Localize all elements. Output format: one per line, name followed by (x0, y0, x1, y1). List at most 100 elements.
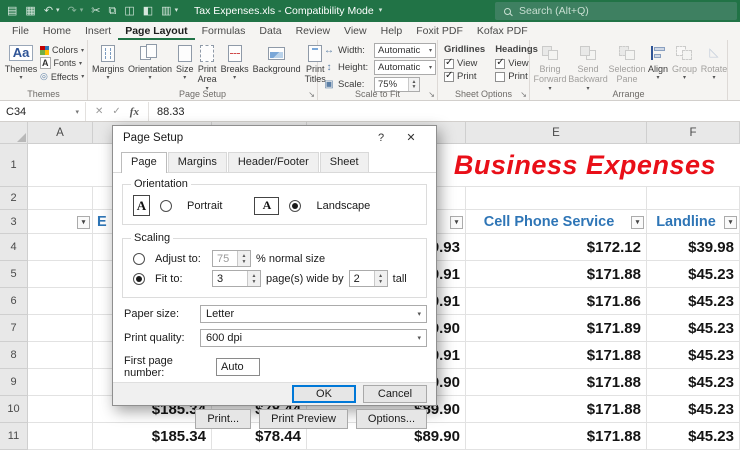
dialog-tab-header-footer[interactable]: Header/Footer (228, 152, 319, 172)
sheet-options-dialog-launcher-icon[interactable]: ↘ (520, 90, 527, 99)
margins-button[interactable]: Margins▾ (90, 42, 126, 83)
tab-foxit-pdf[interactable]: Foxit PDF (409, 22, 470, 40)
cell[interactable]: $45.23 (647, 315, 740, 342)
fonts-button[interactable]: A Fonts▾ (40, 57, 84, 69)
qat-more-icon[interactable]: ▾ (175, 0, 179, 22)
portrait-radio[interactable] (160, 200, 172, 212)
cell[interactable]: $45.23 (647, 261, 740, 288)
width-dropdown[interactable]: Automatic▾ (374, 43, 436, 58)
print-button[interactable]: Print... (195, 409, 251, 429)
tab-home[interactable]: Home (36, 22, 78, 40)
tab-help[interactable]: Help (374, 22, 410, 40)
print-area-button[interactable]: Print Area▾ (196, 42, 219, 94)
dialog-tab-page[interactable]: Page (121, 152, 167, 173)
paper-size-dropdown[interactable]: Letter▾ (200, 305, 427, 323)
group-button[interactable]: Group▾ (670, 42, 699, 83)
colors-button[interactable]: Colors▾ (40, 45, 84, 55)
cell[interactable]: $39.98 (647, 234, 740, 261)
landscape-radio[interactable] (289, 200, 301, 212)
bring-forward-button[interactable]: Bring Forward▾ (532, 42, 568, 94)
row-header-8[interactable]: 8 (0, 342, 28, 369)
scale-to-fit-dialog-launcher-icon[interactable]: ↘ (428, 90, 435, 99)
tab-kofax-pdf[interactable]: Kofax PDF (470, 22, 535, 40)
compatibility-chevron-icon[interactable]: ▾ (379, 0, 383, 22)
select-all-corner[interactable] (0, 122, 28, 144)
row-header-7[interactable]: 7 (0, 315, 28, 342)
effects-button[interactable]: ◎ Effects▾ (40, 71, 84, 82)
redo-dropdown-icon[interactable]: ▾ (80, 0, 84, 22)
pages-wide-spinner[interactable]: 3▲▼ (212, 270, 261, 287)
dialog-close-icon[interactable]: ✕ (396, 131, 426, 144)
save-icon[interactable]: ▤ (7, 0, 17, 22)
formula-input[interactable]: 88.33 (149, 106, 740, 118)
row-header-3[interactable]: 3 (0, 210, 28, 234)
name-box-chevron-icon[interactable]: ▾ (75, 108, 79, 116)
cell[interactable]: $171.86 (466, 288, 647, 315)
row-header-11[interactable]: 11 (0, 423, 28, 450)
themes-button[interactable]: Aa Themes ▾ (2, 42, 40, 83)
cell[interactable]: $45.23 (647, 396, 740, 423)
cell[interactable] (28, 288, 93, 315)
selection-pane-button[interactable]: Selection Pane (608, 42, 646, 86)
row-header-4[interactable]: 4 (0, 234, 28, 261)
copy-icon[interactable]: ⧉ (109, 0, 117, 22)
cell[interactable] (28, 261, 93, 288)
send-backward-button[interactable]: Send Backward▾ (568, 42, 608, 94)
cancel-entry-icon[interactable]: ✕ (95, 106, 103, 117)
height-dropdown[interactable]: Automatic▾ (374, 60, 436, 75)
gridlines-print-checkbox[interactable]: Print (444, 71, 485, 82)
row-header-10[interactable]: 10 (0, 396, 28, 423)
tab-formulas[interactable]: Formulas (195, 22, 253, 40)
tab-view[interactable]: View (337, 22, 374, 40)
cell[interactable]: $171.88 (466, 342, 647, 369)
tab-review[interactable]: Review (289, 22, 337, 40)
cut-icon[interactable]: ✂ (91, 0, 100, 22)
row-header-2[interactable]: 2 (0, 187, 28, 210)
first-page-number-field[interactable]: Auto (216, 358, 260, 376)
orientation-button[interactable]: Orientation▾ (126, 42, 174, 83)
ok-button[interactable]: OK (292, 385, 356, 403)
cell[interactable] (647, 187, 740, 210)
adjust-to-spinner[interactable]: 75▲▼ (212, 250, 251, 267)
cell[interactable]: Cell Phone Service▾ (466, 210, 647, 234)
filter-dropdown-icon[interactable]: ▾ (631, 216, 644, 229)
tab-data[interactable]: Data (252, 22, 288, 40)
cell[interactable]: $172.12 (466, 234, 647, 261)
workbook-icon[interactable]: ▦ (25, 0, 35, 22)
cell[interactable] (28, 423, 93, 450)
cell[interactable]: $171.89 (466, 315, 647, 342)
cell[interactable]: $171.88 (466, 423, 647, 450)
cell[interactable] (28, 396, 93, 423)
print-quality-dropdown[interactable]: 600 dpi▾ (200, 329, 427, 347)
options-button[interactable]: Options... (356, 409, 427, 429)
cell[interactable] (28, 315, 93, 342)
search-box[interactable]: Search (Alt+Q) (495, 2, 737, 20)
page-setup-dialog-launcher-icon[interactable]: ↘ (308, 90, 315, 99)
tab-insert[interactable]: Insert (78, 22, 118, 40)
dialog-tab-sheet[interactable]: Sheet (320, 152, 369, 172)
cell[interactable]: Landline▾ (647, 210, 740, 234)
filter-dropdown-icon[interactable]: ▾ (724, 216, 737, 229)
cell[interactable] (28, 234, 93, 261)
cell[interactable]: $45.23 (647, 369, 740, 396)
row-header-1[interactable]: 1 (0, 144, 28, 187)
redo-icon[interactable]: ↷ (68, 0, 77, 22)
share-doc-icon[interactable]: ▥ (161, 0, 171, 22)
cell[interactable] (28, 342, 93, 369)
background-button[interactable]: Background (251, 42, 303, 75)
fit-to-radio[interactable] (133, 273, 145, 285)
gridlines-view-checkbox[interactable]: View (444, 58, 485, 69)
tab-file[interactable]: File (5, 22, 36, 40)
row-header-9[interactable]: 9 (0, 369, 28, 396)
align-button[interactable]: Align▾ (646, 42, 670, 83)
adjust-to-radio[interactable] (133, 253, 145, 265)
cell[interactable]: $171.88 (466, 261, 647, 288)
cell[interactable]: $171.88 (466, 369, 647, 396)
cell[interactable]: $171.88 (466, 396, 647, 423)
insert-function-icon[interactable]: fx (130, 106, 139, 118)
column-header-e[interactable]: E (466, 122, 647, 144)
tab-page-layout[interactable]: Page Layout (118, 22, 194, 40)
row-header-6[interactable]: 6 (0, 288, 28, 315)
row-header-5[interactable]: 5 (0, 261, 28, 288)
cancel-button[interactable]: Cancel (363, 385, 427, 403)
